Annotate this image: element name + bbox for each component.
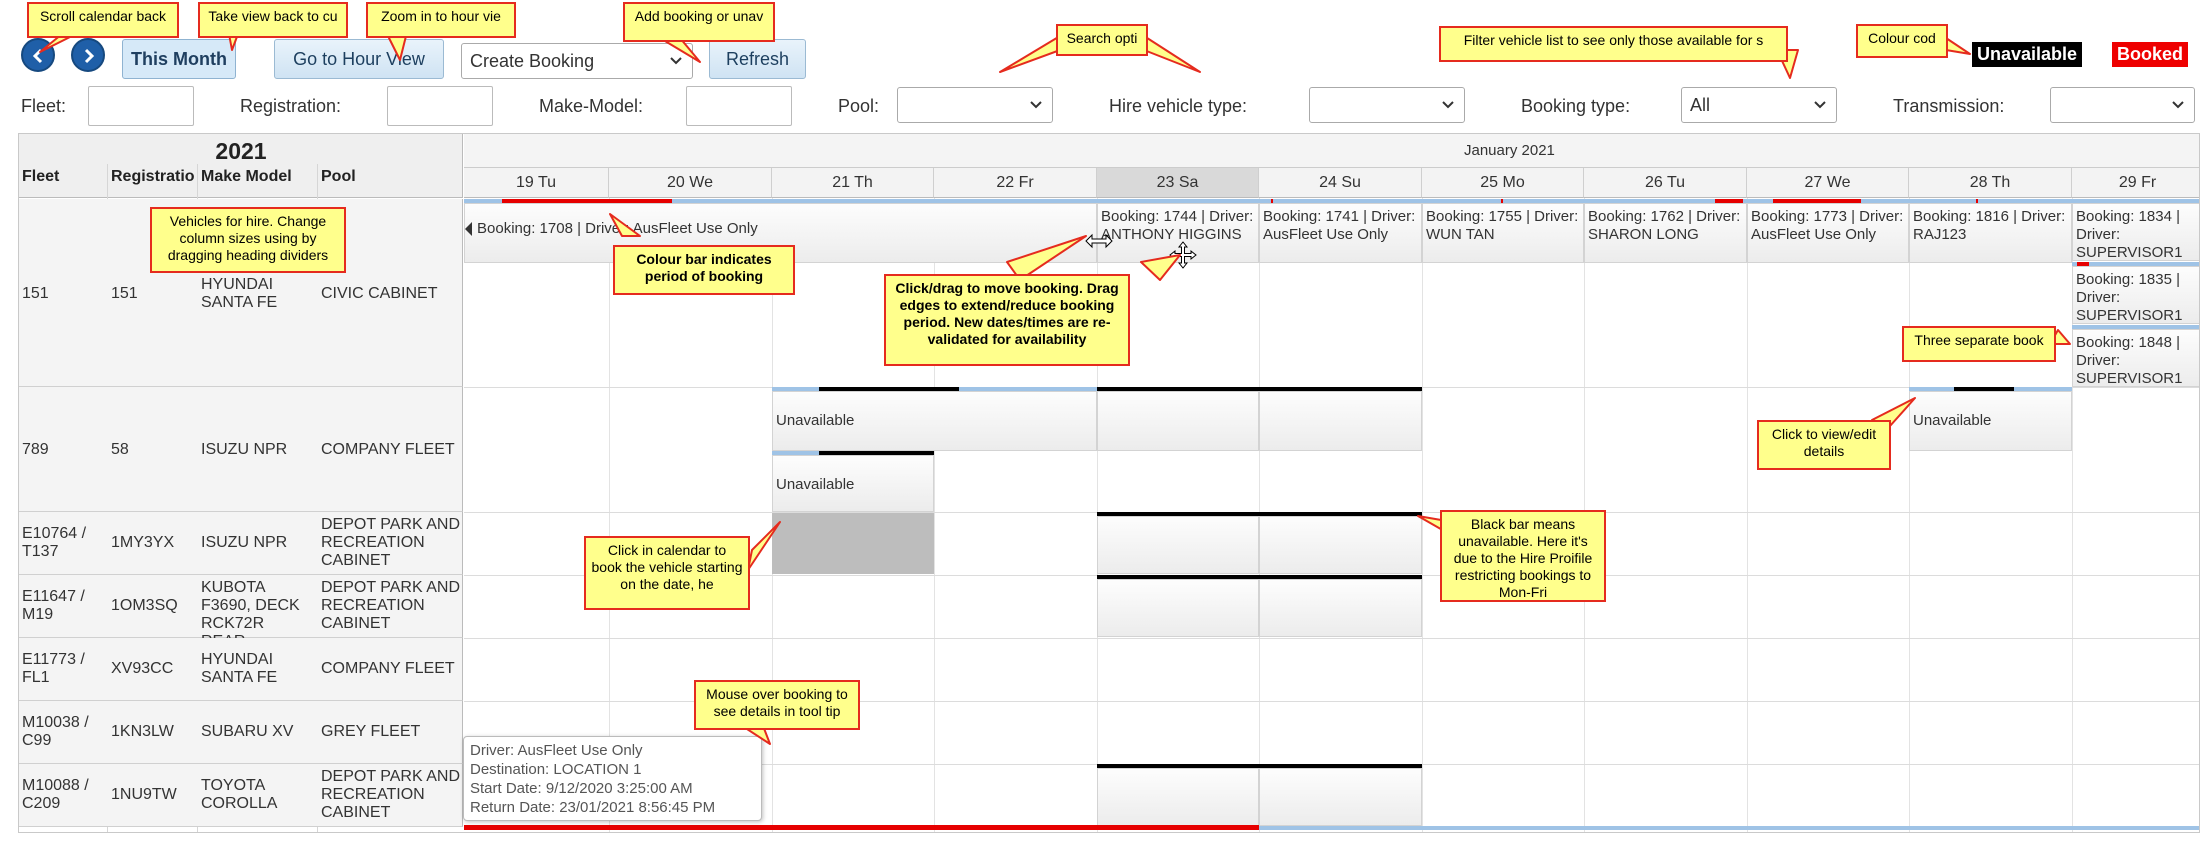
callout-colour-code: Colour cod <box>1856 24 1948 58</box>
callout-filter-vehicle-list: Filter vehicle list to see only those av… <box>1439 26 1788 62</box>
callout-click-to-view: Click to view/edit details <box>1757 420 1891 470</box>
callout-add-booking: Add booking or unav <box>623 2 775 42</box>
callout-colour-bar: Colour bar indicates period of booking <box>613 245 795 295</box>
callout-zoom-hour-view: Zoom in to hour vie <box>366 2 516 38</box>
callout-three-separate-bookings: Three separate book <box>1902 326 2056 362</box>
callout-mouse-over: Mouse over booking to see details in too… <box>694 680 860 730</box>
callout-scroll-calendar: Scroll calendar back <box>27 2 179 38</box>
callout-click-drag: Click/drag to move booking. Drag edges t… <box>884 274 1130 366</box>
callout-black-bar: Black bar means unavailable. Here it's d… <box>1440 510 1606 602</box>
callout-search-options: Search opti <box>1056 24 1148 56</box>
callout-vehicles-for-hire: Vehicles for hire. Change column sizes u… <box>150 207 346 273</box>
callout-take-view-back: Take view back to cu <box>198 2 348 38</box>
callout-click-in-calendar: Click in calendar to book the vehicle st… <box>584 536 750 610</box>
